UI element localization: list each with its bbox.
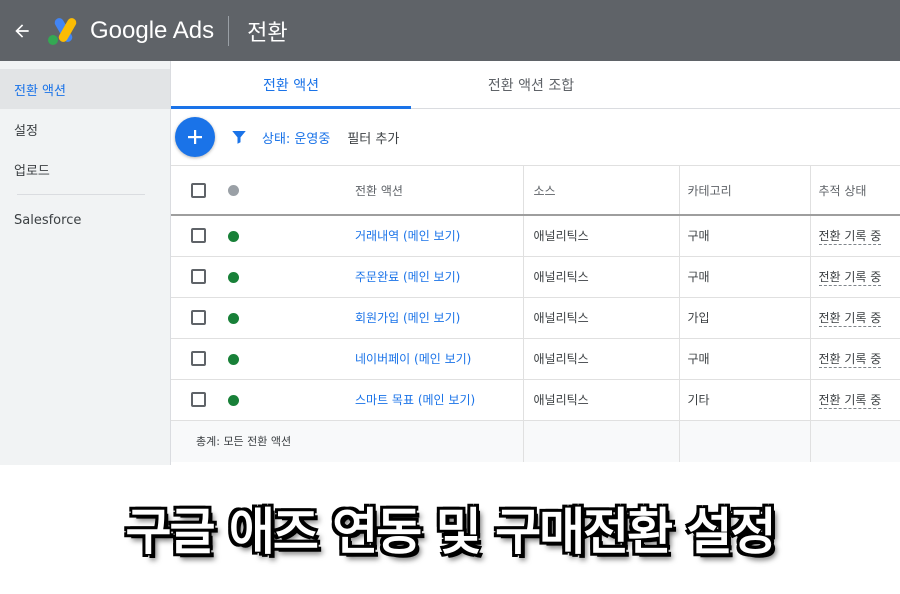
sidebar-item-uploads[interactable]: 업로드 — [0, 149, 170, 189]
conversion-name-link[interactable]: 스마트 목표 (메인 보기) — [355, 393, 475, 407]
tracking-status[interactable]: 전환 기록 중 — [818, 311, 882, 327]
row-checkbox[interactable] — [191, 269, 206, 284]
conversion-name-link[interactable]: 주문완료 (메인 보기) — [355, 270, 460, 284]
table-row: 네이버페이 (메인 보기) 애널리틱스 구매 전환 기록 중 — [171, 338, 900, 379]
add-conversion-button[interactable] — [175, 117, 215, 157]
total-label: 총계: 모든 전환 액션 — [196, 435, 292, 449]
status-header-dot — [228, 185, 239, 196]
table-header-row: 전환 액션 소스 카테고리 추적 상태 — [171, 166, 900, 215]
row-checkbox[interactable] — [191, 228, 206, 244]
sidebar-item-conversion-actions[interactable]: 전환 액션 — [0, 69, 170, 109]
tracking-status[interactable]: 전환 기록 중 — [818, 352, 882, 368]
tab-bar: 전환 액션 전환 액션 조합 — [171, 61, 900, 109]
category-cell: 구매 — [678, 338, 810, 379]
sidebar-item-label: 전환 액션 — [14, 83, 66, 99]
table-row: 스마트 목표 (메인 보기) 애널리틱스 기타 전환 기록 중 — [171, 379, 900, 420]
total-cell — [522, 420, 679, 462]
google-ads-logo[interactable] — [46, 16, 80, 46]
conversion-name-link[interactable]: 회원가입 (메인 보기) — [355, 311, 460, 325]
sidebar-divider — [17, 194, 145, 195]
tracking-status[interactable]: 전환 기록 중 — [818, 393, 882, 409]
source-cell: 애널리틱스 — [522, 338, 679, 379]
status-dot — [228, 230, 239, 242]
status-dot — [228, 353, 239, 365]
row-checkbox[interactable] — [191, 351, 206, 366]
sidebar-item-label: 설정 — [14, 123, 38, 139]
status-dot — [228, 312, 239, 324]
column-header-name[interactable]: 전환 액션 — [313, 166, 523, 215]
column-header-tracking-status[interactable]: 추적 상태 — [809, 166, 900, 215]
status-dot — [228, 271, 239, 283]
category-cell: 구매 — [678, 256, 810, 297]
main-content: 전환 액션 전환 액션 조합 상태: 운영중 필터 추가 전환 액션 소스 카테… — [171, 61, 900, 465]
back-button[interactable] — [0, 0, 44, 61]
status-dot — [228, 394, 239, 406]
category-cell: 기타 — [678, 379, 810, 420]
table-total-row: 총계: 모든 전환 액션 — [171, 420, 900, 462]
header-divider — [228, 15, 230, 46]
plus-icon — [188, 130, 202, 144]
tab-conversion-actions[interactable]: 전환 액션 — [171, 61, 411, 109]
page-title: 전환 — [247, 20, 288, 46]
filter-bar: 상태: 운영중 필터 추가 — [171, 109, 900, 166]
arrow-left-icon — [15, 23, 29, 38]
sidebar-item-label: 업로드 — [14, 163, 50, 179]
conversion-actions-table: 전환 액션 소스 카테고리 추적 상태 거래내역 (메인 보기) 애널리틱스 구… — [171, 166, 900, 462]
source-cell: 애널리틱스 — [522, 379, 679, 420]
conversion-name-link[interactable]: 네이버페이 (메인 보기) — [355, 352, 471, 366]
column-header-source[interactable]: 소스 — [522, 166, 679, 215]
source-cell: 애널리틱스 — [522, 256, 679, 297]
source-cell: 애널리틱스 — [522, 215, 679, 256]
sidebar-item-salesforce[interactable]: Salesforce — [0, 200, 170, 240]
sidebar: 전환 액션 설정 업로드 Salesforce — [0, 61, 171, 465]
caption-banner: 구글 애즈 연동 및 구매전환 설정 — [0, 465, 900, 594]
add-filter-button[interactable]: 필터 추가 — [347, 128, 399, 147]
row-checkbox[interactable] — [191, 392, 206, 407]
category-cell: 구매 — [678, 215, 810, 256]
table-row: 회원가입 (메인 보기) 애널리틱스 가입 전환 기록 중 — [171, 297, 900, 338]
sidebar-item-label: Salesforce — [14, 212, 82, 228]
caption-text: 구글 애즈 연동 및 구매전환 설정 — [124, 501, 778, 562]
conversion-name-link[interactable]: 거래내역 (메인 보기) — [355, 229, 460, 243]
tab-conversion-action-sets[interactable]: 전환 액션 조합 — [411, 61, 651, 108]
total-cell — [809, 420, 900, 462]
brand-name: Google Ads — [90, 16, 215, 44]
status-filter-chip[interactable]: 상태: 운영중 — [262, 128, 330, 147]
table-row: 거래내역 (메인 보기) 애널리틱스 구매 전환 기록 중 — [171, 215, 900, 256]
total-cell — [678, 420, 810, 462]
category-cell: 가입 — [678, 297, 810, 338]
table-row: 주문완료 (메인 보기) 애널리틱스 구매 전환 기록 중 — [171, 256, 900, 297]
select-all-checkbox[interactable] — [191, 182, 206, 198]
app-header: Google Ads 전환 — [0, 0, 900, 61]
row-checkbox[interactable] — [191, 310, 206, 325]
tracking-status[interactable]: 전환 기록 중 — [818, 229, 882, 246]
sidebar-item-settings[interactable]: 설정 — [0, 109, 170, 149]
tracking-status[interactable]: 전환 기록 중 — [818, 270, 882, 286]
source-cell: 애널리틱스 — [522, 297, 679, 338]
column-header-category[interactable]: 카테고리 — [678, 166, 810, 215]
funnel-icon[interactable] — [230, 128, 248, 146]
